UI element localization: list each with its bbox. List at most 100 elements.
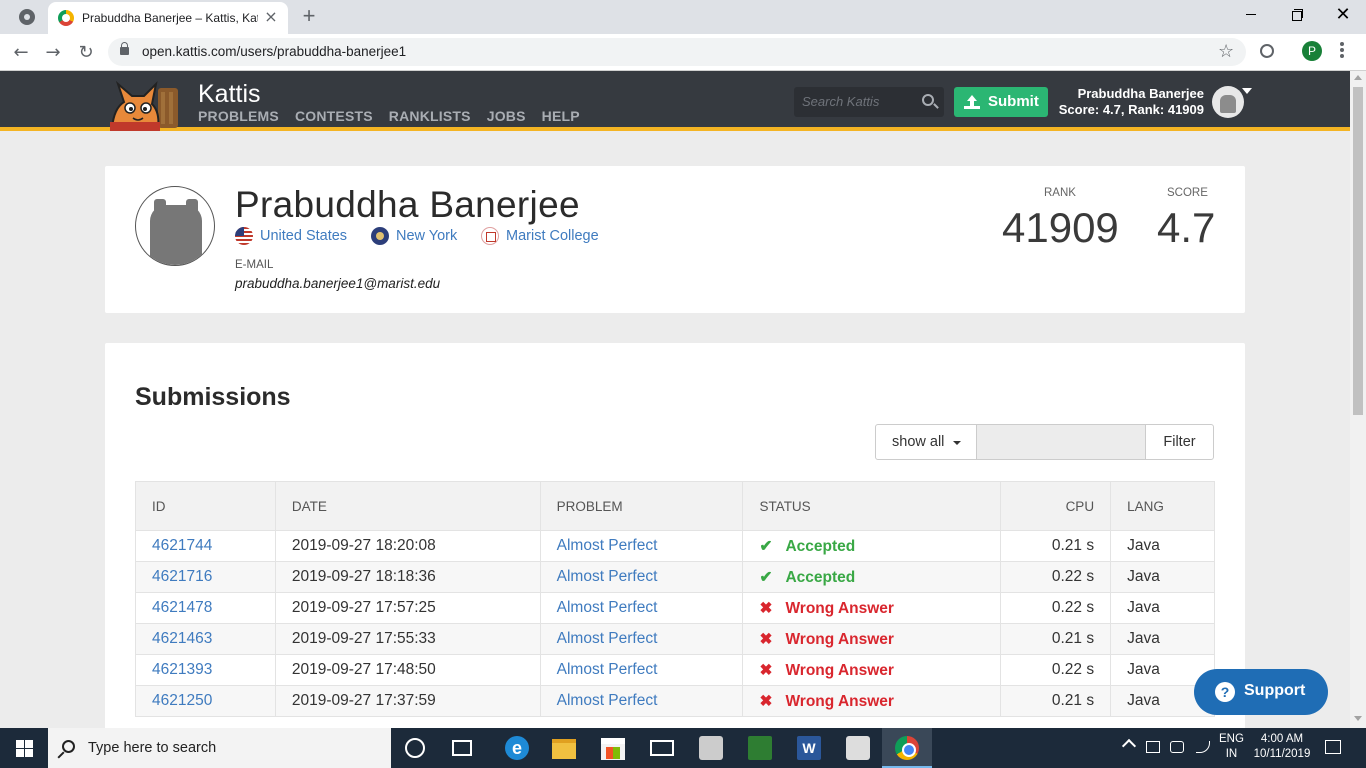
clock-date: 10/11/2019 <box>1253 748 1311 760</box>
submission-date: 2019-09-27 17:48:50 <box>274 654 541 686</box>
battery-icon[interactable] <box>1146 741 1160 753</box>
school-link[interactable]: Marist College <box>506 228 599 244</box>
table-row: 4621716 2019-09-27 18:18:36 Almost Perfect… <box>135 561 1215 593</box>
submission-status: ✖ Wrong Answer <box>742 685 1002 717</box>
scroll-up-icon[interactable] <box>1354 75 1362 80</box>
notifications-icon[interactable] <box>1325 740 1341 754</box>
taskbar-search-box[interactable]: Type here to search <box>48 728 391 768</box>
submit-button[interactable]: Submit <box>954 87 1048 117</box>
email-value: prabuddha.banerjee1@marist.edu <box>235 276 441 291</box>
cortana-icon[interactable] <box>405 738 425 758</box>
table-row: 4621463 2019-09-27 17:55:33 Almost Perfect… <box>135 623 1215 655</box>
submission-id-link[interactable]: 4621478 <box>135 592 276 624</box>
submission-id-link[interactable]: 4621744 <box>135 530 276 562</box>
upload-arrow-shaft <box>970 100 974 106</box>
support-button[interactable]: ? Support <box>1194 669 1328 715</box>
scroll-thumb[interactable] <box>1353 87 1363 415</box>
app-icon[interactable] <box>846 736 870 760</box>
nav-jobs[interactable]: JOBS <box>487 108 526 124</box>
forward-icon[interactable]: → <box>42 42 64 64</box>
col-id: ID <box>135 481 276 531</box>
nav-help[interactable]: HELP <box>542 108 580 124</box>
profile-card: Prabuddha Banerjee United States New Yor… <box>105 166 1245 313</box>
url-text[interactable]: open.kattis.com/users/prabuddha-banerjee… <box>142 44 406 59</box>
edge-icon[interactable]: e <box>505 736 529 760</box>
store-icon[interactable] <box>601 738 625 760</box>
tab-title: Prabuddha Banerjee – Kattis, Kattis <box>82 11 258 25</box>
submission-id-link[interactable]: 4621393 <box>135 654 276 686</box>
task-view-icon[interactable] <box>452 740 472 756</box>
lock-icon[interactable] <box>120 42 129 55</box>
problem-link[interactable]: Almost Perfect <box>539 685 744 717</box>
minimize-icon[interactable] <box>1241 4 1261 24</box>
clock-time: 4:00 AM <box>1260 733 1304 745</box>
submit-label: Submit <box>988 93 1039 110</box>
problem-link[interactable]: Almost Perfect <box>539 623 744 655</box>
nav-contests[interactable]: CONTESTS <box>295 108 373 124</box>
windows-start-icon[interactable] <box>16 740 33 757</box>
user-name[interactable]: Prabuddha Banerjee <box>1060 86 1204 101</box>
cross-icon: ✖ <box>759 630 773 648</box>
taskbar-search-placeholder: Type here to search <box>88 740 217 756</box>
search-icon[interactable] <box>922 94 934 106</box>
input-language[interactable]: ENG IN <box>1219 732 1244 768</box>
file-explorer-icon[interactable] <box>552 739 576 759</box>
country-link[interactable]: United States <box>260 228 347 244</box>
cpu-time: 0.21 s <box>1000 530 1112 562</box>
filter-button[interactable]: Filter <box>1145 424 1214 460</box>
problem-link[interactable]: Almost Perfect <box>539 654 744 686</box>
network-icon[interactable] <box>1170 741 1184 753</box>
user-avatar[interactable] <box>1212 86 1244 118</box>
show-all-dropdown[interactable]: show all <box>875 424 977 460</box>
back-icon[interactable]: ← <box>10 42 32 64</box>
tab-search-icon[interactable] <box>19 9 35 25</box>
bookmark-star-icon[interactable]: ☆ <box>1218 41 1234 62</box>
submission-id-link[interactable]: 4621716 <box>135 561 276 593</box>
problem-link[interactable]: Almost Perfect <box>539 530 744 562</box>
wifi-icon[interactable] <box>1196 741 1210 753</box>
status-text: Accepted <box>785 537 856 555</box>
new-tab-icon[interactable]: + <box>298 5 320 27</box>
chrome-icon[interactable] <box>895 736 919 760</box>
checkmark-icon: ✔ <box>759 568 773 586</box>
reload-icon[interactable]: ↻ <box>75 42 97 64</box>
profile-avatar <box>135 186 215 266</box>
scroll-down-icon[interactable] <box>1354 716 1362 721</box>
status-text: Accepted <box>785 568 856 586</box>
tray-chevron-up-icon[interactable] <box>1121 738 1137 754</box>
restore-icon[interactable] <box>1287 4 1307 24</box>
browser-tab[interactable]: Prabuddha Banerjee – Kattis, Kattis × <box>48 2 288 34</box>
mail-icon[interactable] <box>650 740 674 756</box>
windows-taskbar: Type here to search e W ENG IN 4:00 AM 1… <box>0 728 1366 768</box>
state-link[interactable]: New York <box>396 228 457 244</box>
extension-icon[interactable] <box>1260 44 1274 58</box>
kattis-search-input[interactable]: Search Kattis <box>794 87 944 117</box>
submission-id-link[interactable]: 4621463 <box>135 623 276 655</box>
nav-problems[interactable]: PROBLEMS <box>198 108 279 124</box>
address-bar[interactable]: open.kattis.com/users/prabuddha-banerjee… <box>108 38 1246 66</box>
submission-id-link[interactable]: 4621250 <box>135 685 276 717</box>
kattis-favicon-icon <box>58 10 74 26</box>
window-close-icon[interactable]: ✕ <box>1333 4 1353 24</box>
col-cpu: CPU <box>1000 481 1112 531</box>
filter-input[interactable] <box>976 424 1146 460</box>
user-menu-caret-icon[interactable] <box>1242 88 1252 94</box>
problem-link[interactable]: Almost Perfect <box>539 592 744 624</box>
cpu-time: 0.21 s <box>1000 623 1112 655</box>
kattis-brand[interactable]: Kattis <box>198 80 261 109</box>
nav-ranklists[interactable]: RANKLISTS <box>389 108 471 124</box>
language: Java <box>1110 623 1215 655</box>
profile-avatar-icon[interactable]: P <box>1302 41 1322 61</box>
submission-status: ✔ Accepted <box>742 530 1002 562</box>
page-scrollbar[interactable] <box>1350 71 1366 728</box>
submissions-card: Submissions show all Filter ID DATE PROB… <box>105 343 1245 728</box>
tab-close-icon[interactable]: × <box>262 8 280 26</box>
app-icon[interactable] <box>699 736 723 760</box>
taskbar-clock[interactable]: 4:00 AM 10/11/2019 <box>1248 732 1316 768</box>
browser-menu-icon[interactable] <box>1339 41 1345 61</box>
word-icon[interactable]: W <box>797 736 821 760</box>
browser-tab-bar: Prabuddha Banerjee – Kattis, Kattis × + … <box>0 0 1366 34</box>
notepad-plus-icon[interactable] <box>748 736 772 760</box>
problem-link[interactable]: Almost Perfect <box>539 561 744 593</box>
kattis-logo-icon[interactable] <box>106 78 186 131</box>
